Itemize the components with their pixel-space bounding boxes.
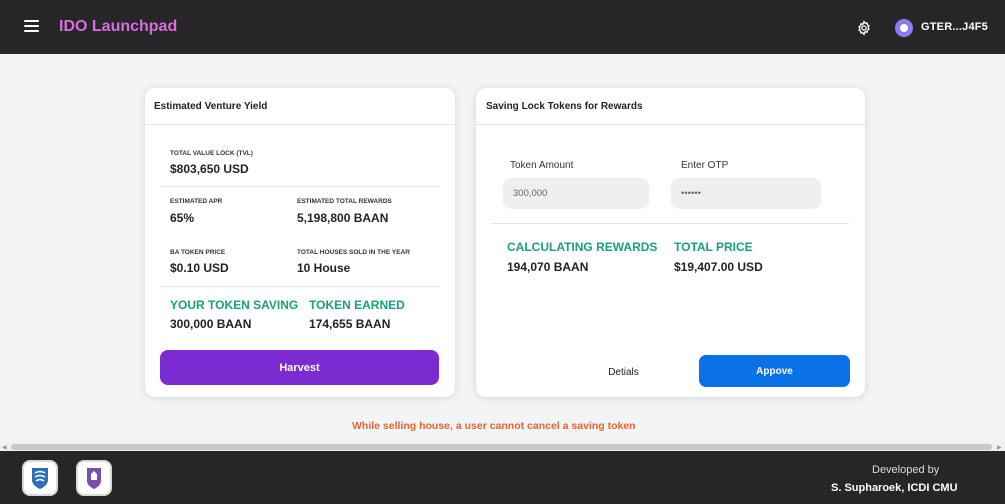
calculating-rewards-label: CALCULATING REWARDS bbox=[507, 240, 658, 254]
app-title: IDO Launchpad bbox=[59, 18, 178, 35]
apr-value: 65% bbox=[170, 211, 195, 225]
scrollbar-thumb[interactable] bbox=[11, 444, 992, 450]
token-price-label: BA TOKEN PRICE bbox=[170, 249, 226, 256]
details-button[interactable]: Detials bbox=[586, 358, 661, 386]
total-price-value: $19,407.00 USD bbox=[674, 260, 763, 274]
houses-sold-value: 10 House bbox=[297, 261, 351, 275]
total-price-label: TOTAL PRICE bbox=[674, 240, 753, 254]
token-amount-input[interactable] bbox=[503, 178, 649, 209]
otp-label: Enter OTP bbox=[681, 160, 729, 171]
card-title: Estimated Venture Yield bbox=[154, 101, 268, 112]
harvest-button[interactable]: Harvest bbox=[160, 350, 439, 385]
developed-by-label: Developed by bbox=[872, 464, 940, 476]
token-amount-label: Token Amount bbox=[510, 160, 574, 171]
total-rewards-value: 5,198,800 BAAN bbox=[297, 211, 389, 225]
token-earned-label: TOKEN EARNED bbox=[309, 298, 405, 312]
saving-lock-card: Saving Lock Tokens for Rewards Token Amo… bbox=[476, 88, 865, 397]
wallet-avatar-icon[interactable] bbox=[895, 19, 913, 37]
token-saving-value: 300,000 BAAN bbox=[170, 317, 252, 331]
total-rewards-label: ESTIMATED TOTAL REWARDS bbox=[297, 198, 392, 205]
menu-icon[interactable] bbox=[24, 20, 39, 32]
divider bbox=[476, 124, 865, 125]
houses-sold-label: TOTAL HOUSES SOLD IN THE YEAR bbox=[297, 249, 410, 256]
venture-yield-card: Estimated Venture Yield TOTAL VALUE LOCK… bbox=[145, 88, 455, 397]
approve-button[interactable]: Appove bbox=[699, 355, 850, 387]
wallet-address[interactable]: GTER...J4F5 bbox=[921, 21, 988, 33]
footer bbox=[0, 451, 1005, 504]
scroll-left-icon[interactable]: ◀ bbox=[2, 444, 7, 451]
university-logo-icon bbox=[22, 460, 58, 496]
developer-name: S. Supharoek, ICDI CMU bbox=[831, 482, 958, 494]
divider bbox=[160, 286, 439, 287]
divider bbox=[145, 124, 455, 125]
top-bar: IDO Launchpad GTER...J4F5 bbox=[0, 0, 1005, 54]
card-title: Saving Lock Tokens for Rewards bbox=[486, 101, 643, 112]
token-earned-value: 174,655 BAAN bbox=[309, 317, 391, 331]
warning-message: While selling house, a user cannot cance… bbox=[352, 420, 636, 432]
gear-icon[interactable] bbox=[856, 20, 872, 36]
divider bbox=[160, 186, 439, 187]
divider bbox=[491, 223, 849, 224]
token-saving-label: YOUR TOKEN SAVING bbox=[170, 298, 299, 312]
scroll-right-icon[interactable]: ▶ bbox=[997, 444, 1002, 451]
calculating-rewards-value: 194,070 BAAN bbox=[507, 260, 589, 274]
tvl-label: TOTAL VALUE LOCK (TVL) bbox=[170, 150, 253, 157]
tvl-value: $803,650 USD bbox=[170, 162, 249, 176]
otp-input[interactable] bbox=[671, 178, 821, 209]
token-price-value: $0.10 USD bbox=[170, 261, 229, 275]
apr-label: ESTIMATED APR bbox=[170, 198, 223, 205]
faculty-logo-icon bbox=[76, 460, 112, 496]
